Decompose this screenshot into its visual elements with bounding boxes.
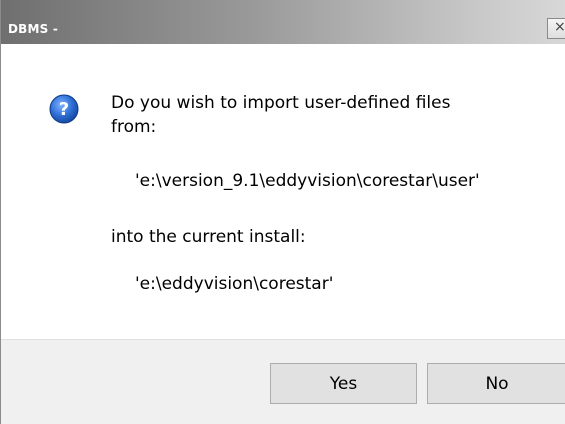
window-title: DBMS -	[8, 22, 59, 36]
close-button[interactable]: ×	[547, 18, 565, 39]
dialog-content: ? Do you wish to import user-defined fil…	[1, 44, 565, 339]
svg-text:?: ?	[59, 99, 69, 120]
message-line-1: Do you wish to import user-defined files	[111, 93, 451, 113]
no-button[interactable]: No	[427, 363, 565, 404]
message-line-2: from:	[111, 117, 157, 137]
message-line-3: into the current install:	[111, 227, 306, 247]
dialog-window: DBMS - × ? Do you wish to import user-de…	[0, 0, 565, 424]
target-path: 'e:\eddyvision\corestar'	[135, 274, 334, 294]
yes-button[interactable]: Yes	[270, 363, 417, 404]
close-icon: ×	[554, 19, 565, 35]
question-icon: ?	[49, 94, 79, 124]
title-bar[interactable]: DBMS - ×	[1, 0, 565, 44]
button-bar: Yes No	[1, 339, 565, 424]
source-path: 'e:\version_9.1\eddyvision\corestar\user…	[135, 171, 480, 191]
